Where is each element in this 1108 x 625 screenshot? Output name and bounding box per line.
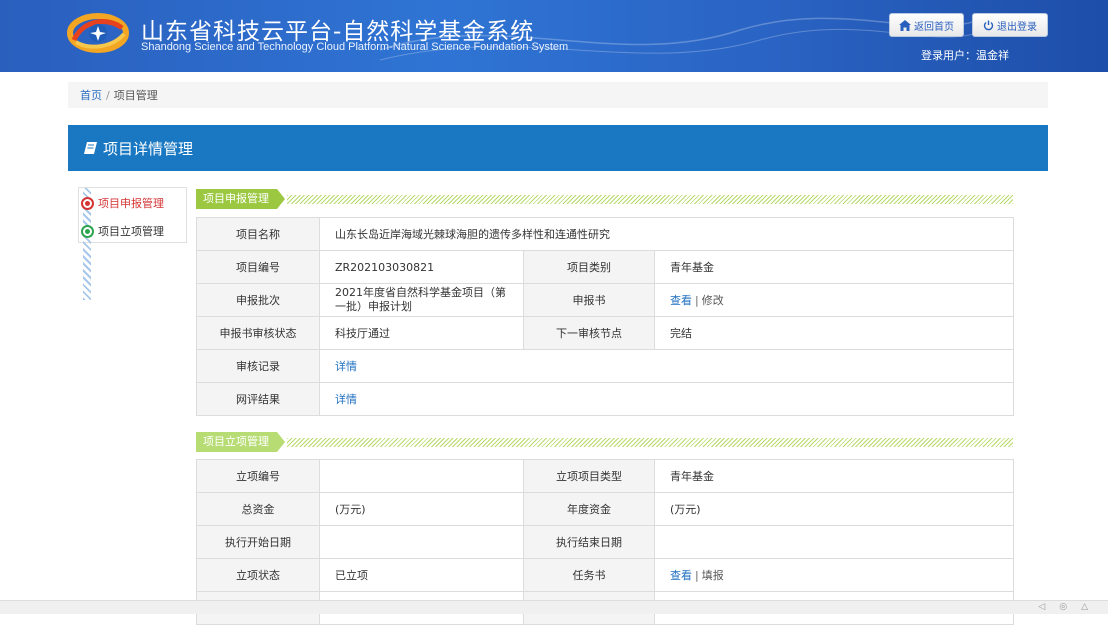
table-row: 立项编号 立项项目类型 青年基金 xyxy=(196,459,1014,493)
batch-value: 2021年度省自然科学基金项目（第一批）申报计划 xyxy=(319,283,524,317)
table-row: 申报书审核状态 科技厅通过 下一审核节点 完结 xyxy=(196,316,1014,350)
end-date-label: 执行结束日期 xyxy=(523,525,655,559)
logged-in-user: 登录用户：温金祥 xyxy=(921,49,1009,62)
breadcrumb-current: 项目管理 xyxy=(113,89,158,102)
view-task-book-link[interactable]: 查看 xyxy=(670,569,692,582)
application-book-label: 申报书 xyxy=(523,283,655,317)
menu-item-project-approval[interactable]: 项目立项管理 xyxy=(81,223,164,239)
table-row: 总资金 (万元) 年度资金 (万元) xyxy=(196,492,1014,526)
approval-no-value xyxy=(319,459,524,493)
project-name-value: 山东长岛近岸海域光棘球海胆的遗传多样性和连通性研究 xyxy=(319,217,1014,251)
table-row: 执行开始日期 执行结束日期 xyxy=(196,525,1014,559)
breadcrumb: 首页 / 项目管理 xyxy=(68,82,1048,108)
audit-record-label: 审核记录 xyxy=(196,349,320,383)
home-icon xyxy=(899,19,911,31)
project-type-value: 青年基金 xyxy=(654,250,1014,284)
total-fund-label: 总资金 xyxy=(196,492,320,526)
start-date-label: 执行开始日期 xyxy=(196,525,320,559)
approval-type-label: 立项项目类型 xyxy=(523,459,655,493)
return-home-label: 返回首页 xyxy=(914,21,954,33)
section-tag-application: 项目申报管理 xyxy=(196,189,1013,209)
page-title: 项目详情管理 xyxy=(103,139,194,158)
return-home-button[interactable]: 返回首页 xyxy=(889,13,964,37)
section-tag-label: 项目申报管理 xyxy=(196,189,277,209)
audit-status-label: 申报书审核状态 xyxy=(196,316,320,350)
approval-status-label: 立项状态 xyxy=(196,558,320,592)
tag-stripes xyxy=(287,194,1013,204)
menu-item-project-application[interactable]: 项目申报管理 xyxy=(81,195,164,211)
breadcrumb-home-link[interactable]: 首页 xyxy=(80,87,102,103)
audit-record-cell: 详情 xyxy=(319,349,1014,383)
approval-status-value: 已立项 xyxy=(319,558,524,592)
menu-item-label: 项目立项管理 xyxy=(98,225,164,238)
annual-fund-label: 年度资金 xyxy=(523,492,655,526)
application-book-actions: 查看 | 修改 xyxy=(654,283,1014,317)
tag-arrow xyxy=(277,432,285,452)
table-row: 项目编号 ZR202103030821 项目类别 青年基金 xyxy=(196,250,1014,284)
project-code-value: ZR202103030821 xyxy=(319,250,524,284)
left-menu: 项目申报管理 项目立项管理 xyxy=(78,187,187,300)
next-node-label: 下一审核节点 xyxy=(523,316,655,350)
task-book-label: 任务书 xyxy=(523,558,655,592)
project-name-label: 项目名称 xyxy=(196,217,320,251)
platform-logo-icon xyxy=(67,13,129,53)
site-header: 山东省科技云平台-自然科学基金系统 Shandong Science and T… xyxy=(0,0,1108,72)
audit-status-value: 科技厅通过 xyxy=(319,316,524,350)
panel-title-bar: 项目详情管理 xyxy=(68,125,1048,171)
application-info-table: 项目名称 山东长岛近岸海域光棘球海胆的遗传多样性和连通性研究 项目编号 ZR20… xyxy=(196,217,1014,416)
start-date-value xyxy=(319,525,524,559)
book-icon xyxy=(84,142,97,154)
edit-application-link[interactable]: 修改 xyxy=(702,294,724,307)
table-row: 网评结果 详情 xyxy=(196,382,1014,416)
view-application-link[interactable]: 查看 xyxy=(670,294,692,307)
project-code-label: 项目编号 xyxy=(196,250,320,284)
approval-type-value: 青年基金 xyxy=(654,459,1014,493)
total-fund-value: (万元) xyxy=(319,492,524,526)
table-row: 项目名称 山东长岛近岸海域光棘球海胆的遗传多样性和连通性研究 xyxy=(196,217,1014,251)
menu-item-label: 项目申报管理 xyxy=(98,197,164,210)
table-row: 申报批次 2021年度省自然科学基金项目（第一批）申报计划 申报书 查看 | 修改 xyxy=(196,283,1014,317)
breadcrumb-separator: / xyxy=(106,88,110,102)
next-node-value: 完结 xyxy=(654,316,1014,350)
browser-status-bar: ◁◎△ xyxy=(0,600,1108,614)
batch-label: 申报批次 xyxy=(196,283,320,317)
task-book-actions: 查看 | 填报 xyxy=(654,558,1014,592)
audit-record-detail-link[interactable]: 详情 xyxy=(335,360,357,373)
section-tag-approval: 项目立项管理 xyxy=(196,432,1013,452)
section-tag-label: 项目立项管理 xyxy=(196,432,277,452)
table-row: 审核记录 详情 xyxy=(196,349,1014,383)
project-type-label: 项目类别 xyxy=(523,250,655,284)
logout-label: 退出登录 xyxy=(997,21,1037,33)
review-result-label: 网评结果 xyxy=(196,382,320,416)
tag-stripes xyxy=(287,437,1013,447)
power-icon xyxy=(983,20,994,30)
system-subtitle: Shandong Science and Technology Cloud Pl… xyxy=(141,41,569,53)
annual-fund-value: (万元) xyxy=(654,492,1014,526)
radio-icon xyxy=(81,224,94,238)
radio-active-icon xyxy=(81,196,94,210)
status-bar-icons: ◁◎△ xyxy=(1038,602,1102,612)
end-date-value xyxy=(654,525,1014,559)
tag-arrow xyxy=(277,189,285,209)
fill-task-book-link[interactable]: 填报 xyxy=(702,569,724,582)
review-result-detail-link[interactable]: 详情 xyxy=(335,393,357,406)
approval-no-label: 立项编号 xyxy=(196,459,320,493)
review-result-cell: 详情 xyxy=(319,382,1014,416)
logout-button[interactable]: 退出登录 xyxy=(972,13,1048,37)
table-row: 立项状态 已立项 任务书 查看 | 填报 xyxy=(196,558,1014,592)
